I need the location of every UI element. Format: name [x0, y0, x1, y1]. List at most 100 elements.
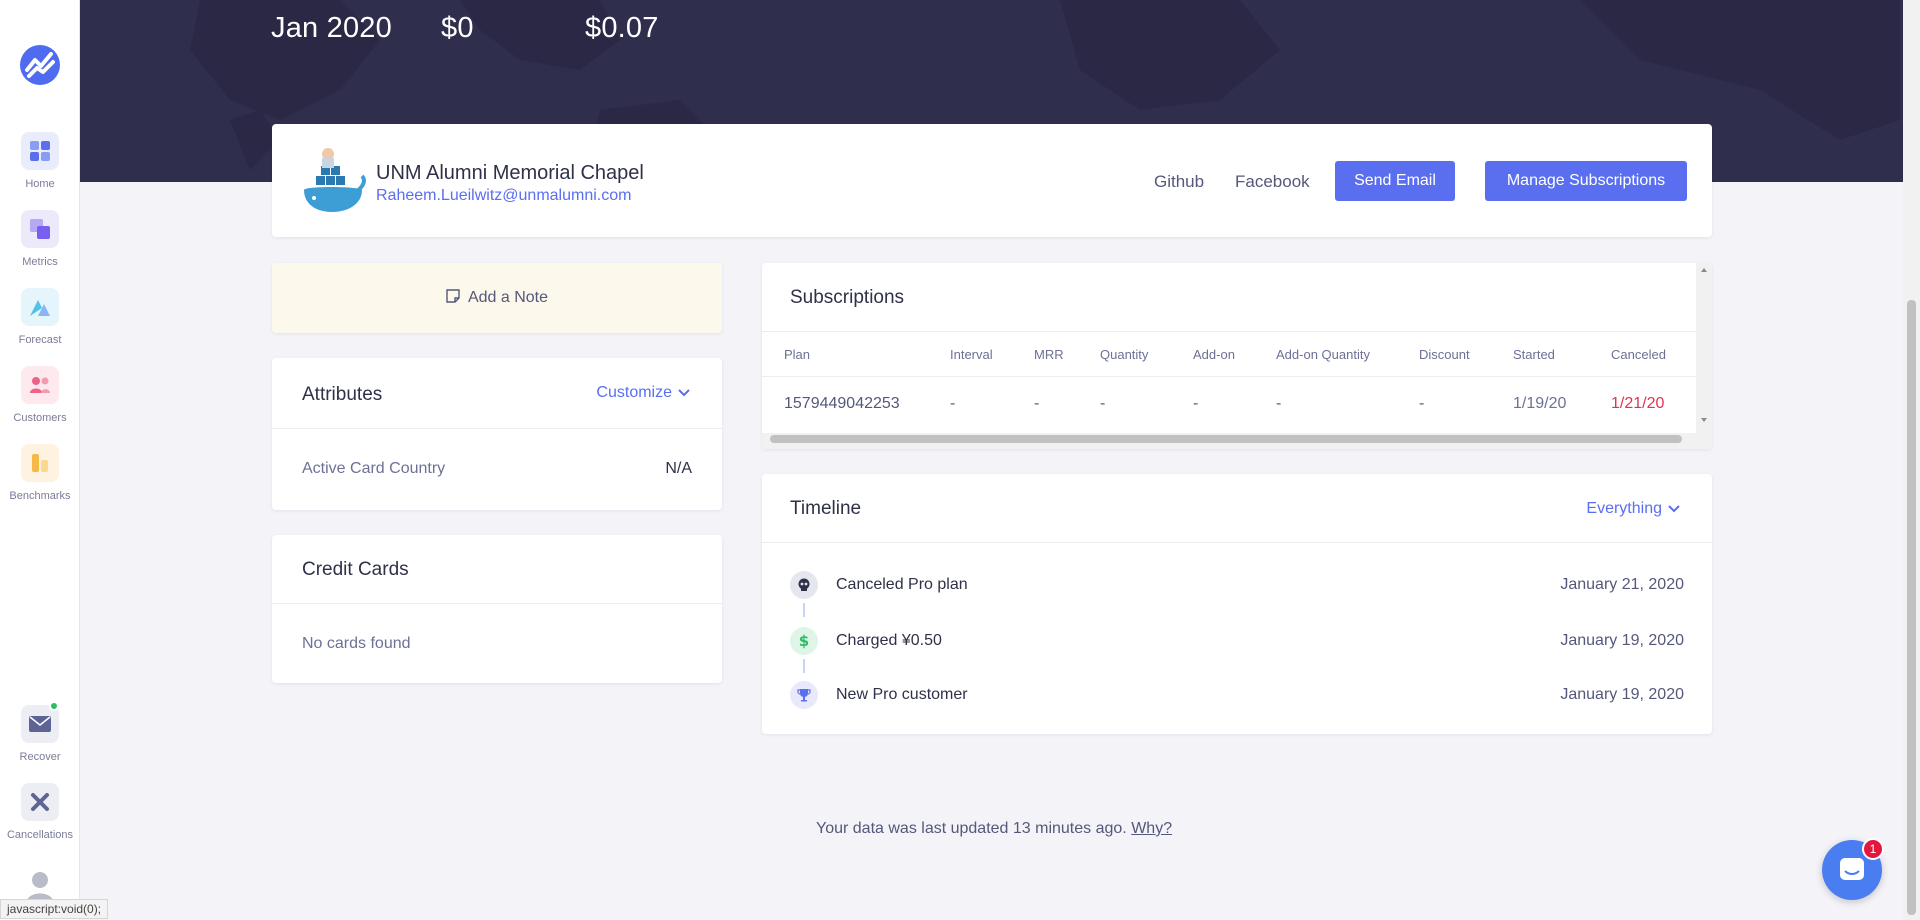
customer-profile-card: UNM Alumni Memorial Chapel Raheem.Lueilw… [272, 124, 1712, 237]
customer-avatar [298, 146, 368, 216]
hero-stat-revenue: $0.07 [585, 12, 659, 44]
attribute-value: N/A [665, 460, 692, 477]
timeline-connector [803, 659, 805, 673]
timeline-title: Timeline [790, 498, 862, 519]
sidebar-item-customers[interactable]: Customers [0, 366, 80, 424]
last-updated-message: Your data was last updated 13 minutes ag… [816, 820, 1127, 837]
column-header-started: Started [1513, 347, 1555, 362]
credit-cards-card: Credit Cards No cards found [272, 535, 722, 683]
sidebar-item-benchmarks[interactable]: Benchmarks [0, 444, 80, 502]
customer-name: UNM Alumni Memorial Chapel [376, 162, 644, 184]
scroll-down-arrow-icon[interactable] [1696, 413, 1712, 427]
customers-icon [21, 366, 59, 404]
timeline-filter-dropdown[interactable]: Everything [1586, 500, 1680, 518]
chat-icon [1840, 858, 1864, 880]
dollar-icon: $ [790, 627, 818, 655]
timeline-connector [803, 603, 805, 617]
subscriptions-title: Subscriptions [790, 287, 905, 308]
column-header-addon: Add-on [1193, 347, 1235, 362]
mrr-cell: - [1034, 395, 1040, 412]
notification-dot [49, 701, 59, 711]
customize-dropdown[interactable]: Customize [596, 384, 690, 402]
chat-unread-badge: 1 [1862, 838, 1884, 860]
addon-cell: - [1193, 395, 1199, 412]
attribute-label: Active Card Country [302, 460, 446, 477]
sidebar: Home Metrics Forecast Customers Benchmar… [0, 0, 80, 920]
quantity-cell: - [1100, 395, 1106, 412]
timeline-event: Canceled Pro plan January 21, 2020 [790, 571, 1684, 601]
sidebar-item-label: Forecast [18, 334, 62, 346]
hero-stat-mrr: $0 [441, 12, 474, 44]
column-header-discount: Discount [1419, 347, 1470, 362]
column-header-interval: Interval [950, 347, 993, 362]
scrollbar-thumb[interactable] [770, 435, 1682, 443]
divider [272, 428, 722, 429]
started-cell: 1/19/20 [1513, 395, 1567, 412]
chevron-down-icon [678, 389, 690, 397]
cancellations-icon [21, 783, 59, 821]
note-icon [446, 288, 460, 308]
column-header-addon-quantity: Add-on Quantity [1276, 347, 1370, 362]
sidebar-item-label: Cancellations [6, 829, 74, 841]
sidebar-item-recover[interactable]: Recover [0, 701, 80, 763]
divider [762, 331, 1696, 332]
forecast-icon [21, 288, 59, 326]
sidebar-item-label: Customers [13, 412, 67, 424]
plan-id-cell: 1579449042253 [784, 395, 900, 412]
timeline-event-date: January 19, 2020 [1560, 632, 1684, 649]
sidebar-item-label: Metrics [22, 256, 58, 268]
metrics-icon [21, 210, 59, 248]
timeline-event-text: Charged ¥0.50 [836, 632, 942, 649]
benchmarks-icon [21, 444, 59, 482]
timeline-event: New Pro customer January 19, 2020 [790, 681, 1684, 711]
sidebar-item-forecast[interactable]: Forecast [0, 288, 80, 346]
canceled-cell: 1/21/20 [1611, 395, 1665, 412]
horizontal-scrollbar[interactable] [762, 433, 1696, 449]
sidebar-item-metrics[interactable]: Metrics [0, 210, 80, 268]
add-note-label: Add a Note [467, 289, 549, 306]
github-link[interactable]: Github [1154, 172, 1204, 192]
sidebar-item-cancellations[interactable]: Cancellations [0, 783, 80, 841]
subscriptions-card: Subscriptions Plan Interval MRR Quantity… [762, 263, 1712, 449]
trophy-icon [790, 681, 818, 709]
column-header-quantity: Quantity [1100, 347, 1149, 362]
addon-quantity-cell: - [1276, 395, 1282, 412]
hero-stat-period: Jan 2020 [271, 12, 392, 44]
customize-label: Customize [596, 384, 672, 401]
manage-subscriptions-button[interactable]: Manage Subscriptions [1485, 161, 1687, 201]
chevron-down-icon [1668, 505, 1680, 513]
sidebar-item-label: Benchmarks [9, 490, 71, 502]
no-cards-message: No cards found [302, 635, 411, 652]
browser-status-bar: javascript:void(0); [0, 899, 109, 919]
scroll-up-arrow-icon[interactable] [1696, 263, 1712, 277]
timeline-card: Timeline Everything Canceled Pro plan Ja… [762, 474, 1712, 734]
attributes-card: Attributes Customize Active Card Country… [272, 358, 722, 510]
column-header-canceled: Canceled [1611, 347, 1666, 362]
why-link[interactable]: Why? [1131, 820, 1172, 837]
baremetrics-logo[interactable] [19, 44, 61, 86]
send-email-button[interactable]: Send Email [1335, 161, 1455, 201]
timeline-event: $ Charged ¥0.50 January 19, 2020 [790, 627, 1684, 657]
add-note-button[interactable]: Add a Note [272, 263, 722, 333]
page-scrollbar[interactable] [1903, 0, 1920, 920]
customer-email-link[interactable]: Raheem.Lueilwitz@unmalumni.com [376, 187, 631, 205]
discount-cell: - [1419, 395, 1425, 412]
sidebar-item-label: Home [25, 178, 55, 190]
divider [762, 376, 1696, 377]
skull-icon [790, 571, 818, 599]
sidebar-item-label: Recover [19, 751, 61, 763]
interval-cell: - [950, 395, 956, 412]
attributes-title: Attributes [302, 384, 383, 405]
timeline-event-text: New Pro customer [836, 686, 968, 703]
divider [762, 542, 1712, 543]
sidebar-item-home[interactable]: Home [0, 132, 80, 190]
column-header-mrr: MRR [1034, 347, 1064, 362]
column-header-plan: Plan [784, 347, 811, 362]
timeline-filter-label: Everything [1586, 500, 1662, 517]
last-updated-text: Your data was last updated 13 minutes ag… [816, 820, 1172, 838]
facebook-link[interactable]: Facebook [1235, 172, 1310, 192]
chat-launcher-button[interactable]: 1 [1822, 838, 1884, 900]
page-scrollbar-thumb[interactable] [1907, 300, 1916, 915]
timeline-event-date: January 19, 2020 [1560, 686, 1684, 703]
vertical-scrollbar[interactable] [1696, 263, 1712, 449]
